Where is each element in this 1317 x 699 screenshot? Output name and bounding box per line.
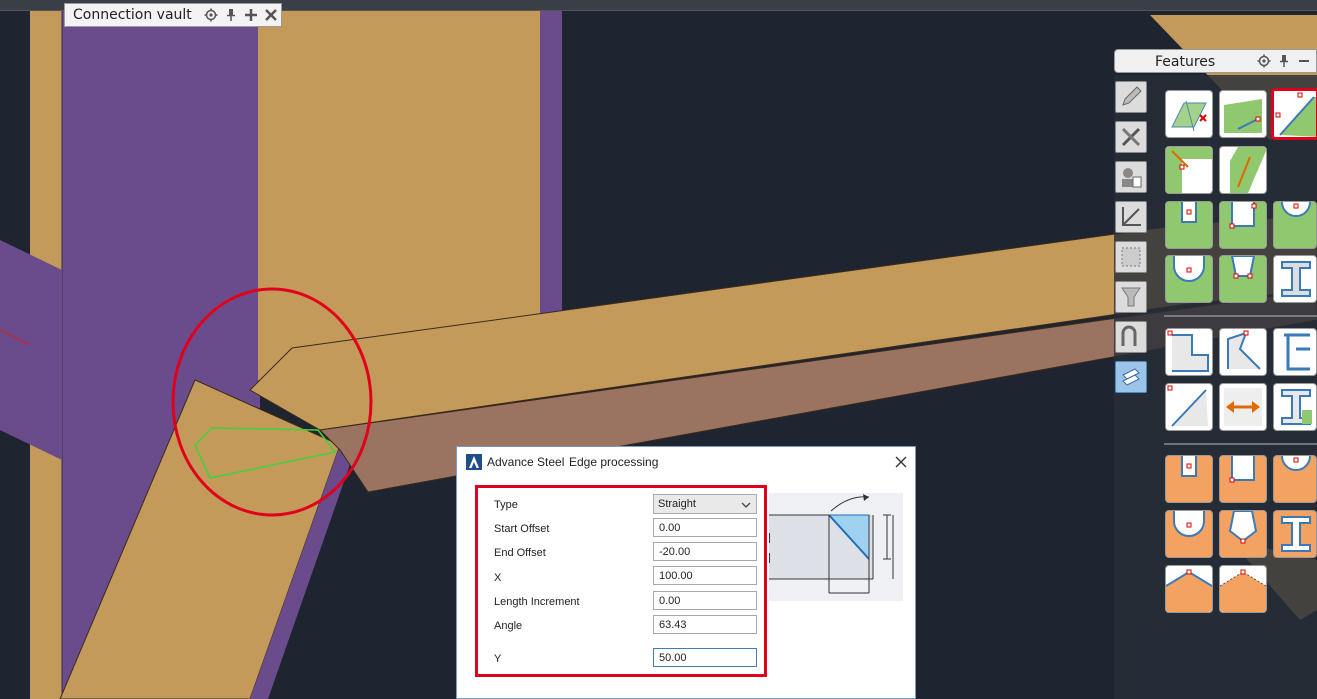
- rectangle-icon[interactable]: [1115, 241, 1147, 273]
- pencil-icon[interactable]: [1115, 81, 1147, 113]
- edge-processing-dialog[interactable]: Advance Steel Edge processing Type Strai…: [456, 446, 916, 699]
- diagonal-cut-tool[interactable]: [1219, 146, 1267, 194]
- layers-icon[interactable]: [1115, 361, 1147, 393]
- angle-label: Angle: [494, 620, 523, 632]
- advance-steel-logo-icon: [466, 454, 482, 470]
- type-value: Straight: [658, 498, 696, 510]
- start-offset-input[interactable]: [653, 518, 757, 537]
- x-input[interactable]: [653, 566, 757, 585]
- i-beam-tool[interactable]: [1273, 255, 1317, 303]
- palette-separator: [1164, 443, 1317, 445]
- edge-processing-tool[interactable]: [1271, 88, 1317, 140]
- dialog-app-name: Advance Steel: [487, 455, 565, 469]
- y-label: Y: [494, 653, 502, 665]
- features-title: Features: [1155, 54, 1216, 70]
- notch-wide-tool[interactable]: [1219, 201, 1267, 249]
- plate-bevel-tool[interactable]: [1219, 328, 1267, 376]
- end-offset-label: End Offset: [494, 547, 546, 559]
- connection-vault-palette[interactable]: Connection vault: [64, 3, 282, 27]
- type-dropdown[interactable]: Straight: [653, 494, 757, 514]
- contour-polygon-tool[interactable]: [1219, 510, 1267, 558]
- dialog-title-bar: Advance Steel Edge processing: [457, 447, 915, 477]
- chamfer-tool[interactable]: [1219, 90, 1267, 138]
- notch-square-tool[interactable]: [1165, 201, 1213, 249]
- end-offset-input[interactable]: [653, 542, 757, 561]
- notch-polygon-tool[interactable]: [1219, 255, 1267, 303]
- plate-split-tool[interactable]: [1165, 90, 1213, 138]
- notch-round-tool[interactable]: [1273, 201, 1317, 249]
- left-beam-stub: [0, 240, 62, 460]
- plate-corner-tool[interactable]: [1165, 328, 1213, 376]
- features-body: [1114, 75, 1317, 699]
- notch-arc-tool[interactable]: [1165, 255, 1213, 303]
- diagonal-plate-tool[interactable]: [1165, 383, 1213, 431]
- contour-gable-tool[interactable]: [1165, 565, 1213, 613]
- x-label: X: [494, 572, 502, 584]
- gear-icon[interactable]: [1255, 52, 1273, 70]
- purple-column-back: [540, 10, 562, 330]
- gear-icon[interactable]: [201, 5, 221, 25]
- edge-processing-diagram: [769, 493, 903, 601]
- plus-icon[interactable]: [241, 5, 261, 25]
- contour-wide-tool[interactable]: [1219, 455, 1267, 503]
- length-increment-label: Length Increment: [494, 596, 580, 608]
- connection-vault-title: Connection vault: [73, 7, 192, 23]
- type-label: Type: [494, 499, 518, 511]
- profile-corner-tool[interactable]: [1273, 328, 1317, 376]
- contour-i-beam-tool[interactable]: [1273, 510, 1317, 558]
- parameters-group: Type Straight Start Offset End Offset X …: [475, 485, 767, 677]
- corner-cut-tool[interactable]: [1165, 146, 1213, 194]
- double-arrow-tool[interactable]: [1219, 383, 1267, 431]
- tools-icon[interactable]: [1115, 121, 1147, 153]
- pin-icon[interactable]: [221, 5, 241, 25]
- length-increment-input[interactable]: [653, 591, 757, 610]
- y-input[interactable]: [653, 648, 757, 667]
- contour-arc-tool[interactable]: [1165, 510, 1213, 558]
- close-icon[interactable]: [261, 5, 281, 25]
- features-palette[interactable]: Features: [1114, 49, 1317, 699]
- bend-icon[interactable]: [1115, 321, 1147, 353]
- pin-icon[interactable]: [1275, 52, 1293, 70]
- start-offset-label: Start Offset: [494, 523, 550, 535]
- angle-input[interactable]: [653, 615, 757, 634]
- minimize-icon[interactable]: [1295, 52, 1313, 70]
- contour-round-tool[interactable]: [1273, 455, 1317, 503]
- contour-gable-dashed-tool[interactable]: [1219, 565, 1267, 613]
- user-card-icon[interactable]: [1115, 161, 1147, 193]
- i-beam-profile-tool[interactable]: [1273, 383, 1317, 431]
- contour-square-tool[interactable]: [1165, 455, 1213, 503]
- shield-icon[interactable]: [1115, 281, 1147, 313]
- dialog-title: Edge processing: [569, 455, 659, 469]
- close-icon[interactable]: [893, 454, 909, 470]
- palette-separator: [1164, 315, 1317, 317]
- axis-icon[interactable]: [1115, 201, 1147, 233]
- features-header: Features: [1114, 49, 1317, 73]
- chevron-down-icon: [741, 500, 751, 512]
